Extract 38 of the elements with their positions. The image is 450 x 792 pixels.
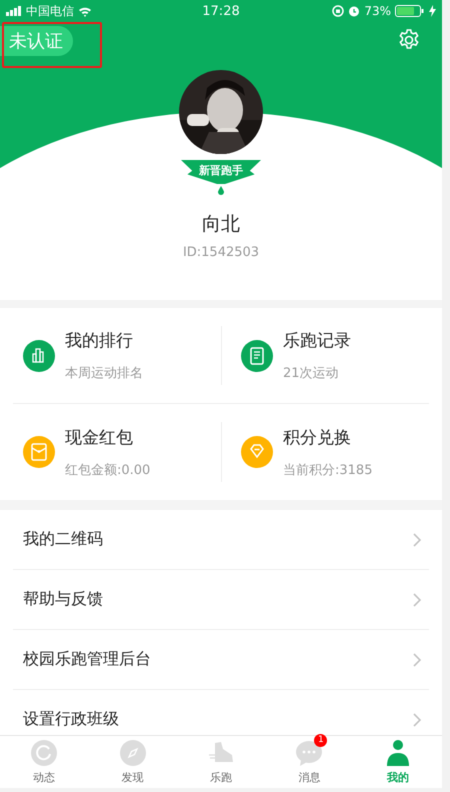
stat-subtitle: 21次运动: [283, 365, 340, 382]
wifi-icon: [78, 6, 92, 16]
user-id: ID:1542503: [182, 245, 260, 260]
stat-title[interactable]: 现金红包: [65, 426, 150, 448]
chevron-icon: [413, 592, 421, 606]
menu-item[interactable]: 我的二维码: [13, 510, 429, 570]
status-time: 17:28: [202, 4, 240, 18]
tab[interactable]: 发现: [88, 736, 177, 788]
carrier-name: 中国电信: [26, 2, 74, 20]
chart-icon: [23, 340, 55, 372]
alarm-icon: [348, 5, 360, 17]
settings-icon[interactable]: [397, 28, 421, 52]
signal-icon: [6, 6, 22, 16]
tab[interactable]: 乐跑: [176, 736, 266, 788]
chevron-icon: [413, 652, 421, 666]
menu-item[interactable]: 帮助与反馈: [13, 570, 429, 630]
stat-subtitle: 红包金额:0.00: [65, 462, 150, 478]
rotation-lock-icon: [332, 5, 344, 17]
tab[interactable]: 动态: [0, 736, 88, 788]
menu-item[interactable]: 校园乐跑管理后台: [13, 630, 429, 690]
envelope-icon: [23, 436, 55, 468]
charging-icon: [429, 5, 436, 17]
stat-title[interactable]: 我的排行: [65, 329, 143, 352]
stat-title[interactable]: 乐跑记录: [283, 329, 351, 352]
chevron-icon: [413, 532, 421, 546]
doc-icon: [241, 340, 273, 372]
compass-icon: [118, 739, 147, 767]
drop-icon: [218, 186, 224, 195]
battery-percent: 73%: [364, 4, 391, 18]
user-name: 向北: [202, 212, 240, 237]
notification-badge: 1: [314, 734, 328, 747]
battery-icon: [395, 5, 425, 17]
refresh-icon: [30, 739, 58, 767]
tab[interactable]: 1 消息: [265, 736, 354, 788]
stat-subtitle: 本周运动排名: [65, 365, 143, 382]
stat-subtitle: 当前积分:3185: [283, 462, 372, 478]
chevron-icon: [413, 712, 421, 726]
stat-title[interactable]: 积分兑换: [283, 426, 372, 448]
